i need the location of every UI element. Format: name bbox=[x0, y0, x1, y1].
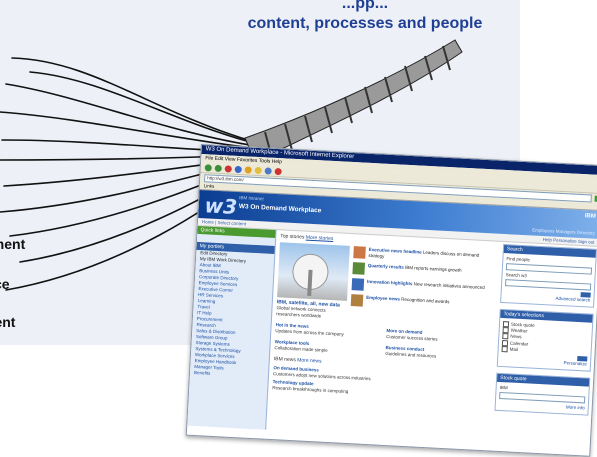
browser-window-screenshot: W3 On Demand Workplace - Microsoft Inter… bbox=[185, 144, 597, 457]
selections-box-body: Stock quote Weather News Calendar Mail P… bbox=[498, 318, 592, 371]
grid-cell[interactable]: Business conduct Guidelines and resources bbox=[385, 345, 490, 361]
selection-label: Weather bbox=[510, 327, 528, 334]
story-text: Innovation highlights New research initi… bbox=[367, 279, 485, 297]
portal-content: Quick links My portlets Edit Directory M… bbox=[187, 225, 597, 447]
side-label-3: ment bbox=[0, 314, 16, 330]
search-box: Search Find people Search w3 Advanced se… bbox=[500, 243, 597, 308]
stock-box-body: IBM More info bbox=[495, 382, 588, 415]
right-column: Search Find people Search w3 Advanced se… bbox=[490, 242, 597, 447]
selections-box: Today's selections Stock quote Weather N… bbox=[496, 308, 594, 372]
search-box-body: Find people Search w3 Advanced search bbox=[501, 253, 595, 307]
story-text: Employee news Recognition and awards bbox=[366, 295, 450, 311]
story-title[interactable]: Employee news bbox=[366, 295, 400, 302]
news-text: Research breakthroughs in computing bbox=[272, 384, 349, 394]
grid-cell[interactable]: More on demand Customer success stories bbox=[386, 328, 491, 344]
favorites-icon[interactable] bbox=[254, 166, 262, 174]
w3-logo[interactable]: w3 bbox=[204, 193, 238, 219]
main-column: Top stories More stories IBM, satellite,… bbox=[266, 230, 500, 441]
advanced-search-link[interactable]: Advanced search bbox=[504, 293, 591, 303]
selection-label: Mail bbox=[509, 346, 519, 352]
stock-box: Stock quote IBM More info bbox=[494, 372, 591, 416]
story-text: Quarterly results IBM reports earnings g… bbox=[367, 263, 462, 280]
dish-stand bbox=[307, 269, 313, 296]
story-thumbnail bbox=[350, 294, 364, 307]
personalize-link[interactable]: Personalize bbox=[501, 357, 587, 367]
more-stories-link[interactable]: More stories bbox=[306, 235, 334, 242]
left-nav: Quick links My portlets Edit Directory M… bbox=[187, 225, 277, 430]
stop-icon[interactable] bbox=[224, 164, 232, 173]
top-stories-label: Top stories bbox=[280, 233, 305, 241]
story-thumbnail bbox=[352, 262, 366, 275]
news-label: IBM news bbox=[273, 356, 296, 364]
side-label-1: ement bbox=[0, 236, 26, 252]
banner-nav[interactable]: Employees Managers Directory bbox=[532, 227, 595, 235]
story-title[interactable]: Innovation highlights bbox=[367, 279, 413, 286]
selection-label: News bbox=[510, 334, 522, 340]
selection-label: Calendar bbox=[509, 340, 529, 347]
feature-block: IBM, satellite, all, new data Global net… bbox=[276, 242, 350, 320]
banner-small-text: IBM Intranet bbox=[239, 195, 264, 202]
story-list: Executive news headline Leaders discuss … bbox=[350, 246, 496, 327]
story-item[interactable]: Employee news Recognition and awards bbox=[350, 294, 493, 313]
selection-checkbox[interactable] bbox=[501, 345, 508, 353]
story-summary: IBM reports earnings growth bbox=[404, 264, 462, 273]
satellite-dish-image[interactable] bbox=[277, 242, 350, 301]
refresh-icon[interactable] bbox=[234, 165, 242, 173]
story-title[interactable]: Quarterly results bbox=[368, 263, 404, 270]
story-thumbnail bbox=[353, 246, 366, 259]
portal-name: W3 On Demand Workplace bbox=[238, 203, 322, 215]
back-icon[interactable] bbox=[204, 163, 212, 172]
story-summary: Recognition and awards bbox=[401, 296, 450, 305]
story-text: Executive news headline Leaders discuss … bbox=[368, 247, 495, 266]
feature-area: IBM, satellite, all, new data Global net… bbox=[276, 242, 496, 327]
grid-cell[interactable]: Hot in the news Updates from across the c… bbox=[275, 322, 380, 338]
grid-cell[interactable]: Workplace tools Collaboration made simple bbox=[274, 339, 379, 355]
more-news-link[interactable]: More news bbox=[297, 357, 322, 364]
mail-icon[interactable] bbox=[274, 167, 282, 175]
ibm-brand[interactable]: IBM bbox=[585, 213, 596, 220]
home-icon[interactable] bbox=[244, 165, 252, 174]
forward-icon[interactable] bbox=[214, 164, 222, 172]
history-icon[interactable] bbox=[264, 166, 272, 175]
story-summary: New research initiatives announced bbox=[413, 281, 485, 291]
side-label-2: ce bbox=[0, 276, 10, 292]
story-thumbnail bbox=[351, 278, 365, 291]
